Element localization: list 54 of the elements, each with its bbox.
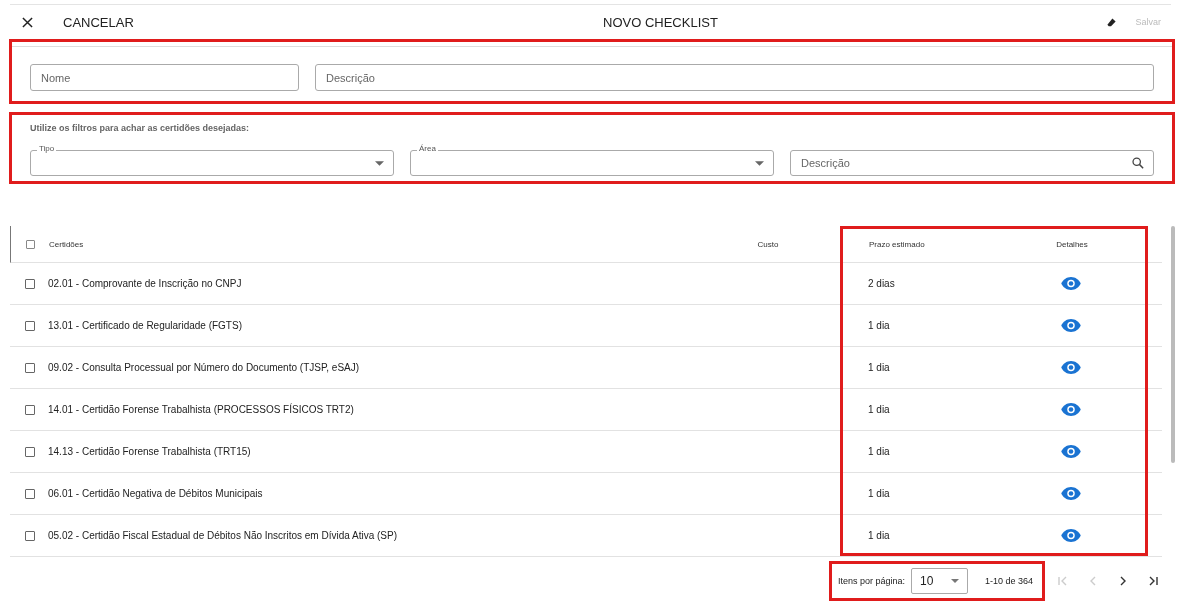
search-icon[interactable] (1132, 157, 1144, 169)
column-header: Custo (757, 239, 779, 249)
certificate-name: 09.02 - Consulta Processual por Número do Documento (TJSP, eSAJ) (48, 362, 360, 373)
type-select[interactable]: Tipo (30, 143, 394, 176)
row-checkbox[interactable] (24, 530, 35, 541)
name-field[interactable]: Nome (30, 64, 299, 91)
page-size-select[interactable]: 10 (911, 568, 969, 594)
row-checkbox[interactable] (24, 362, 35, 373)
eye-icon[interactable] (1061, 529, 1081, 542)
caret-icon (755, 160, 764, 166)
field-label: Tipo (37, 143, 57, 155)
certificate-name: 05.02 - Certidão Fiscal Estadual de Débitos Não Inscritos em Dívida Ativa (SP) (48, 530, 398, 541)
deadline-cell: 1 dia (868, 362, 890, 373)
search-field[interactable]: Descrição (790, 150, 1154, 176)
eye-icon[interactable] (1061, 403, 1081, 416)
eye-icon[interactable] (1061, 445, 1081, 458)
row-checkbox[interactable] (24, 278, 35, 289)
filter-hint: Utilize os filtros para achar as certidões desejadas: (30, 123, 251, 133)
certificate-name: 14.01 - Certidão Forense Trabalhista (PROCESSOS FÍSICOS TRT2) (48, 404, 354, 415)
last-page-icon (1147, 575, 1159, 587)
caret-icon (951, 579, 960, 583)
certificate-name: 02.01 - Comprovante de Inscrição no CNPJ (48, 278, 242, 289)
eye-icon[interactable] (1061, 487, 1081, 500)
description-field[interactable]: Descrição (315, 64, 1154, 91)
column-header: Detalhes (1056, 239, 1088, 249)
eraser-icon[interactable] (1106, 16, 1118, 28)
select-all-checkbox[interactable] (25, 239, 35, 249)
caret-icon (375, 160, 384, 166)
row-checkbox[interactable] (24, 404, 35, 415)
deadline-cell: 2 dias (868, 278, 895, 289)
scrollbar[interactable] (1171, 226, 1175, 463)
cancel-link[interactable]: CANCELAR (63, 14, 603, 30)
close-icon[interactable] (22, 16, 33, 28)
eye-icon[interactable] (1061, 361, 1081, 374)
certificate-name: 06.01 - Certidão Negativa de Débitos Municipais (48, 488, 263, 499)
area-select[interactable]: Área (410, 143, 774, 176)
column-header: Certidões (49, 239, 84, 249)
eye-icon[interactable] (1061, 277, 1081, 290)
eye-icon[interactable] (1061, 319, 1081, 332)
row-checkbox[interactable] (24, 446, 35, 457)
deadline-cell: 1 dia (868, 488, 890, 499)
row-checkbox[interactable] (24, 320, 35, 331)
page-range: 1-10 de 364 (985, 576, 1034, 586)
deadline-cell: 1 dia (868, 530, 890, 541)
first-page-icon (1057, 575, 1069, 587)
row-checkbox[interactable] (24, 488, 35, 499)
dialog-title: NOVO CHECKLIST (603, 14, 719, 30)
deadline-cell: 1 dia (868, 404, 890, 415)
deadline-cell: 1 dia (868, 320, 890, 331)
column-header: Prazo estimado (869, 239, 925, 249)
certificate-name: 13.01 - Certificado de Regularidade (FGTS) (48, 320, 242, 331)
items-per-page-label: Itens por página: (838, 576, 906, 586)
deadline-cell: 1 dia (868, 446, 890, 457)
certificate-name: 14.13 - Certidão Forense Trabalhista (TRT15) (48, 446, 251, 457)
